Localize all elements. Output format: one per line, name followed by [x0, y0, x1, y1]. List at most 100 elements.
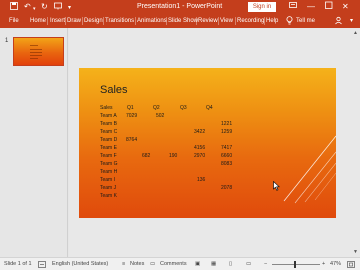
- maximize-icon[interactable]: [325, 1, 333, 13]
- table-cell: 2970: [194, 153, 206, 159]
- tab-separator: [82, 17, 83, 25]
- tab-animations[interactable]: Animations: [137, 17, 167, 25]
- language-indicator[interactable]: English (United States): [52, 261, 108, 268]
- tab-help[interactable]: Help: [266, 17, 278, 25]
- minimize-icon[interactable]: —: [307, 1, 315, 13]
- slide-info: Slide 1 of 1: [4, 261, 32, 267]
- table-header-cell: Q1: [127, 105, 134, 111]
- table-cell: 1221: [221, 121, 233, 127]
- team-label: Team B: [100, 121, 117, 127]
- team-label: Team K: [100, 193, 117, 199]
- slide-canvas[interactable]: Sales Sales Q1 Q2 Q3 Q4 Team A 7029 502 …: [79, 68, 336, 218]
- fit-slide-icon[interactable]: [347, 261, 355, 270]
- tab-insert[interactable]: Insert: [50, 17, 65, 25]
- close-icon[interactable]: ✕: [342, 1, 349, 13]
- team-label: Team I: [100, 177, 116, 183]
- table-cell: 1259: [221, 129, 233, 135]
- table-cell: 8083: [221, 161, 233, 167]
- tab-separator: [135, 17, 136, 25]
- tab-separator: [218, 17, 219, 25]
- tab-review[interactable]: Review: [198, 17, 218, 25]
- zoom-slider[interactable]: [272, 264, 320, 265]
- comments-icon[interactable]: ▭: [150, 261, 155, 268]
- team-label: Team A: [100, 113, 117, 119]
- window-title: Presentation1 - PowerPoint: [137, 3, 223, 10]
- thumbnail-text-line: [30, 55, 42, 56]
- tab-separator: [235, 17, 236, 25]
- zoom-slider-handle[interactable]: [293, 261, 296, 268]
- tab-separator: [264, 17, 265, 25]
- tab-draw[interactable]: Draw: [67, 17, 81, 25]
- thumbnail-text-line: [30, 52, 42, 53]
- zoom-level[interactable]: 47%: [330, 261, 341, 268]
- table-header-cell: Sales: [100, 105, 113, 111]
- undo-icon[interactable]: ↶: [24, 2, 31, 12]
- slide-thumbnail[interactable]: [13, 37, 64, 66]
- tab-home[interactable]: Home: [30, 17, 46, 25]
- table-cell: 6660: [221, 153, 233, 159]
- present-icon[interactable]: [54, 2, 62, 13]
- tab-separator: [47, 17, 48, 25]
- table-header-cell: Q4: [206, 105, 213, 111]
- sign-in-button[interactable]: Sign in: [248, 2, 276, 12]
- tab-view[interactable]: View: [220, 17, 233, 25]
- table-cell: 2078: [221, 185, 233, 191]
- table-cell: 8764: [126, 137, 138, 143]
- table-cell: 190: [169, 153, 178, 159]
- collapse-ribbon-icon[interactable]: ▾: [350, 17, 353, 25]
- team-label: Team J: [100, 185, 117, 191]
- tab-separator: [103, 17, 104, 25]
- slide-number: 1: [5, 38, 9, 44]
- tab-separator: [166, 17, 167, 25]
- tell-me-search[interactable]: Tell me: [296, 17, 315, 25]
- thumbnail-text-line: [30, 58, 38, 59]
- lightbulb-icon[interactable]: [286, 16, 293, 28]
- save-icon[interactable]: [10, 2, 18, 13]
- notes-button[interactable]: Notes: [130, 261, 144, 268]
- zoom-out-button[interactable]: −: [264, 261, 267, 268]
- team-label: Team E: [100, 145, 117, 151]
- notes-icon[interactable]: ≡: [122, 261, 125, 268]
- customize-icon[interactable]: ▾: [68, 3, 71, 13]
- scroll-up-icon[interactable]: ▲: [353, 30, 358, 36]
- table-cell: 136: [197, 177, 206, 183]
- vertical-scrollbar[interactable]: ▲ ▼: [353, 30, 358, 255]
- table-cell: 7417: [221, 145, 233, 151]
- table-header-cell: Q2: [153, 105, 160, 111]
- zoom-in-button[interactable]: +: [322, 261, 325, 268]
- accessibility-icon[interactable]: [38, 261, 46, 270]
- tab-separator: [65, 17, 66, 25]
- share-icon[interactable]: [334, 16, 343, 28]
- tab-slide-show[interactable]: Slide Show: [168, 17, 198, 25]
- slideshow-icon[interactable]: ▭: [246, 261, 251, 268]
- tab-file[interactable]: File: [9, 17, 19, 25]
- scroll-down-icon[interactable]: ▼: [353, 249, 358, 255]
- team-label: Team D: [100, 137, 118, 143]
- thumbnail-text-line: [30, 49, 42, 50]
- thumbnail-text-line: [30, 45, 38, 46]
- redo-icon[interactable]: ↻: [41, 2, 48, 12]
- title-bar: ↶ ▾ ↻ ▾ Presentation1 - PowerPoint Sign …: [0, 0, 360, 14]
- ribbon-display-icon[interactable]: [289, 1, 297, 13]
- team-label: Team G: [100, 161, 118, 167]
- team-label: Team F: [100, 153, 117, 159]
- table-header-cell: Q3: [180, 105, 187, 111]
- comments-button[interactable]: Comments: [160, 261, 187, 268]
- table-cell: 4156: [194, 145, 206, 151]
- undo-dropdown-icon[interactable]: ▾: [33, 4, 36, 14]
- tab-transitions[interactable]: Transitions: [105, 17, 134, 25]
- status-bar: Slide 1 of 1 English (United States) ≡ N…: [0, 257, 360, 270]
- slide-sorter-icon[interactable]: ▦: [211, 261, 216, 268]
- table-cell: 7029: [126, 113, 138, 119]
- tab-separator: [196, 17, 197, 25]
- table-cell: 502: [156, 113, 165, 119]
- ribbon-tabs: File Home Insert Draw Design Transitions…: [0, 14, 360, 28]
- table-cell: 682: [142, 153, 151, 159]
- team-label: Team H: [100, 169, 118, 175]
- normal-view-icon[interactable]: ▣: [195, 261, 200, 268]
- mouse-pointer-icon: [273, 180, 281, 193]
- tab-recording[interactable]: Recording: [237, 17, 264, 25]
- reading-view-icon[interactable]: ▯: [229, 261, 232, 268]
- tab-design[interactable]: Design: [84, 17, 103, 25]
- slide-title[interactable]: Sales: [100, 83, 128, 97]
